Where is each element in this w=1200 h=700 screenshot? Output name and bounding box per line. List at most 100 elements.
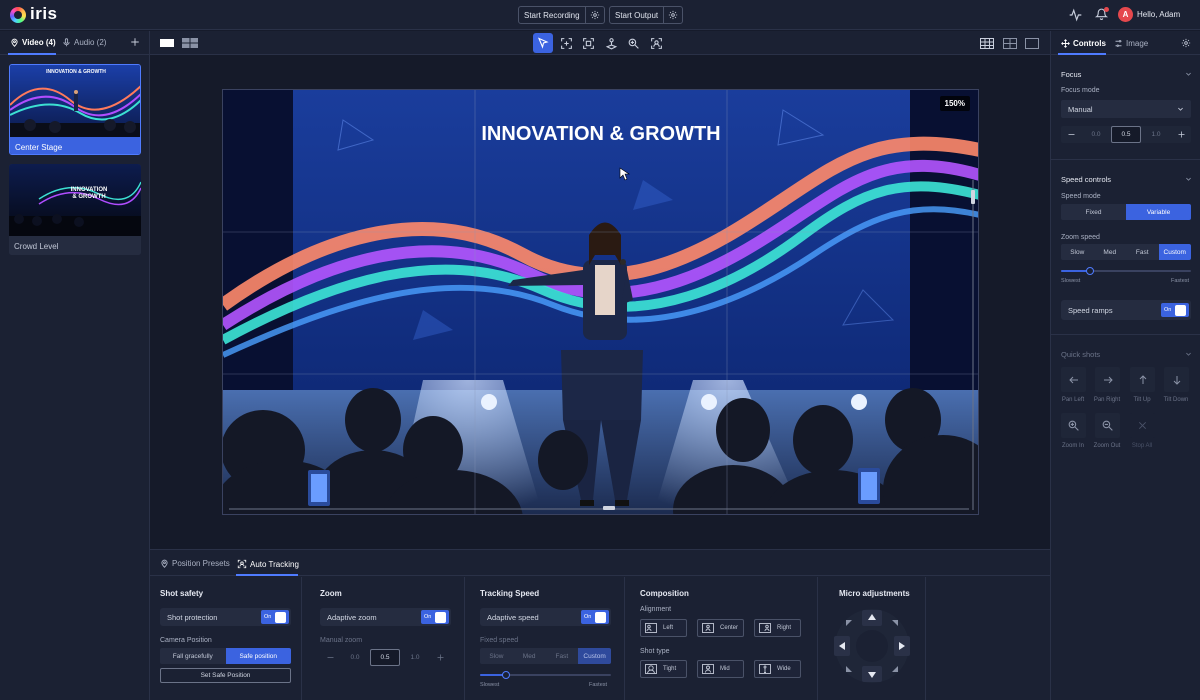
- tilt-down-button[interactable]: [1164, 367, 1189, 392]
- add-source-plus-icon[interactable]: [130, 37, 140, 47]
- recording-settings-gear-icon[interactable]: [586, 7, 604, 23]
- tab-audio[interactable]: Audio (2): [62, 38, 106, 47]
- single-view-icon[interactable]: [157, 33, 177, 53]
- shot-mid-button[interactable]: Mid: [697, 660, 744, 678]
- source-tabs: Video (4) Audio (2): [0, 31, 150, 55]
- microphone-icon: [63, 38, 70, 47]
- stop-all-button[interactable]: [1130, 413, 1155, 438]
- speed-controls-title[interactable]: Speed controls: [1061, 175, 1111, 184]
- tab-image[interactable]: Image: [1114, 39, 1148, 48]
- speed-med-option[interactable]: Med: [513, 648, 546, 664]
- zoom-speed-custom-option[interactable]: Custom: [1158, 244, 1191, 260]
- micro-down-right-arrow-icon[interactable]: [891, 665, 899, 673]
- align-right-button[interactable]: Right: [754, 619, 801, 637]
- shot-tight-button[interactable]: Tight: [640, 660, 687, 678]
- zoom-increment-plus-icon[interactable]: [430, 649, 450, 666]
- tab-position-presets[interactable]: Position Presets: [160, 559, 230, 568]
- horizontal-pan-handle[interactable]: [603, 506, 615, 510]
- no-grid-icon[interactable]: [1022, 33, 1042, 53]
- location-pin-icon: [11, 38, 18, 47]
- speed-slow-option[interactable]: Slow: [480, 648, 513, 664]
- fall-gracefully-option[interactable]: Fall gracefully: [160, 648, 226, 664]
- stop-all-label: Stop All: [1131, 443, 1153, 449]
- zoom-in-icon[interactable]: [623, 33, 643, 53]
- micro-down-arrow-icon[interactable]: [862, 666, 882, 682]
- focus-increment-plus-icon[interactable]: [1171, 126, 1191, 143]
- panel-settings-gear-icon[interactable]: [1181, 38, 1191, 48]
- thumb-title-2b: & GROWTH: [72, 194, 105, 200]
- start-recording-button[interactable]: Start Recording: [519, 7, 586, 23]
- adaptive-zoom-row: Adaptive zoom On: [320, 608, 451, 626]
- micro-up-right-arrow-icon[interactable]: [891, 619, 899, 627]
- frame-mid-icon: [702, 664, 714, 674]
- face-tracking-icon[interactable]: [646, 33, 666, 53]
- notification-bell-icon[interactable]: [1095, 7, 1109, 21]
- micro-left-arrow-icon[interactable]: [834, 636, 850, 656]
- pan-left-button[interactable]: [1061, 367, 1086, 392]
- grid-2x2-icon[interactable]: [1000, 33, 1020, 53]
- tab-controls-underline: [1058, 53, 1106, 55]
- source-thumb-crowd-level[interactable]: INNOVATION & GROWTH Crowd Level: [9, 164, 141, 255]
- focus-mode-select[interactable]: Manual: [1061, 100, 1191, 118]
- zoom-title: Zoom: [320, 589, 342, 598]
- start-output-group: Start Output: [609, 6, 684, 24]
- safe-position-option[interactable]: Safe position: [225, 648, 291, 664]
- focus-section-title[interactable]: Focus: [1061, 70, 1081, 79]
- quick-shots-title[interactable]: Quick shots: [1061, 350, 1100, 359]
- focus-value-input[interactable]: 0.5: [1111, 126, 1141, 143]
- speed-ramps-toggle[interactable]: On: [1161, 303, 1189, 317]
- select-pointer-icon[interactable]: [533, 33, 553, 53]
- micro-up-left-arrow-icon[interactable]: [845, 619, 853, 627]
- zoom-speed-med-option[interactable]: Med: [1094, 244, 1127, 260]
- source-thumb-center-stage[interactable]: INNOVATION & GROWTH Center Stage: [9, 64, 141, 155]
- video-frame[interactable]: INNOVATION & GROWTH 150%: [222, 89, 979, 515]
- speed-custom-option[interactable]: Custom: [578, 648, 611, 664]
- horizontal-pan-track[interactable]: [229, 508, 969, 510]
- joystick-icon[interactable]: [601, 33, 621, 53]
- quick-shots-collapse-chevron-icon[interactable]: [1185, 351, 1192, 358]
- vertical-tilt-track[interactable]: [972, 180, 974, 510]
- micro-up-arrow-icon[interactable]: [862, 610, 882, 626]
- zoom-value-input[interactable]: 0.5: [370, 649, 400, 666]
- speed-fast-option[interactable]: Fast: [546, 648, 579, 664]
- align-left-button[interactable]: Left: [640, 619, 687, 637]
- micro-right-arrow-icon[interactable]: [894, 636, 910, 656]
- adaptive-speed-toggle[interactable]: On: [581, 610, 609, 624]
- adaptive-zoom-toggle[interactable]: On: [421, 610, 449, 624]
- zoom-decrement-minus-icon[interactable]: [320, 649, 340, 666]
- set-safe-position-button[interactable]: Set Safe Position: [160, 668, 291, 683]
- start-output-button[interactable]: Start Output: [610, 7, 665, 23]
- speed-mode-variable-option[interactable]: Variable: [1126, 204, 1191, 220]
- user-avatar[interactable]: A: [1118, 7, 1133, 22]
- section-divider: [464, 577, 465, 700]
- speed-mode-fixed-option[interactable]: Fixed: [1061, 204, 1126, 220]
- grid-3x3-icon[interactable]: [977, 33, 997, 53]
- crop-frame-icon[interactable]: [578, 33, 598, 53]
- shot-wide-button[interactable]: Wide: [754, 660, 801, 678]
- align-center-button[interactable]: Center: [697, 619, 744, 637]
- zoom-speed-slow-option[interactable]: Slow: [1061, 244, 1094, 260]
- tab-controls[interactable]: Controls: [1061, 39, 1106, 48]
- adaptive-speed-label: Adaptive speed: [487, 612, 539, 622]
- zoom-speed-slider-knob[interactable]: [1086, 267, 1094, 275]
- focus-collapse-chevron-icon[interactable]: [1185, 71, 1192, 78]
- activity-icon[interactable]: [1068, 8, 1083, 22]
- add-region-icon[interactable]: [556, 33, 576, 53]
- vertical-tilt-handle[interactable]: [971, 190, 975, 204]
- tracking-speed-slider-knob[interactable]: [502, 671, 510, 679]
- multi-view-icon[interactable]: [180, 33, 200, 53]
- tab-video[interactable]: Video (4): [10, 38, 56, 47]
- tab-auto-tracking[interactable]: Auto Tracking: [237, 559, 299, 569]
- micro-down-left-arrow-icon[interactable]: [845, 665, 853, 673]
- output-settings-gear-icon[interactable]: [664, 7, 682, 23]
- speed-collapse-chevron-icon[interactable]: [1185, 176, 1192, 183]
- zoom-in-quick-button[interactable]: [1061, 413, 1086, 438]
- pan-right-button[interactable]: [1095, 367, 1120, 392]
- zoom-out-quick-button[interactable]: [1095, 413, 1120, 438]
- sources-panel: Video (4) Audio (2) INNOVATION & GROWTH …: [0, 31, 150, 700]
- focus-decrement-minus-icon[interactable]: [1061, 126, 1081, 143]
- user-greeting[interactable]: Hello, Adam: [1137, 10, 1180, 19]
- zoom-speed-fast-option[interactable]: Fast: [1126, 244, 1159, 260]
- shot-protection-toggle[interactable]: On: [261, 610, 289, 624]
- tilt-up-button[interactable]: [1130, 367, 1155, 392]
